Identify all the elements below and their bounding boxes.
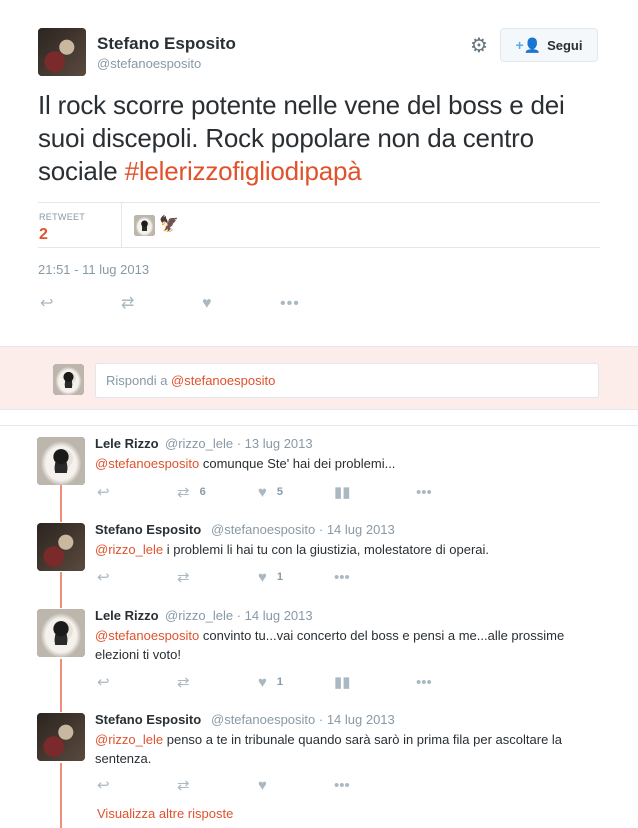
hashtag-link[interactable]: #lelerizzofigliodipapà: [125, 156, 362, 186]
heart-icon[interactable]: ♥ 5: [258, 482, 283, 502]
reply-mention[interactable]: @rizzo_lele: [95, 542, 163, 557]
reply-author-name[interactable]: Stefano Esposito: [95, 712, 201, 727]
analytics-icon[interactable]: ▮▮: [334, 672, 351, 692]
retweet-icon[interactable]: ⇄: [121, 292, 134, 316]
reply-author-name[interactable]: Lele Rizzo: [95, 608, 159, 623]
reply-text: @stefanoesposito comunque Ste' hai dei p…: [95, 454, 610, 473]
thread-line: [60, 659, 62, 712]
reply-meta[interactable]: @rizzo_lele · 14 lug 2013: [165, 608, 313, 623]
reply-avatar[interactable]: [37, 523, 85, 571]
retweet-count: 6: [199, 486, 206, 498]
reply-author-name[interactable]: Stefano Esposito: [95, 522, 201, 537]
author-handle[interactable]: @stefanoesposito: [97, 56, 201, 71]
reply-author-name[interactable]: Lele Rizzo: [95, 436, 159, 451]
follow-user-icon: +👤: [515, 36, 542, 53]
reply-composer: Rispondi a @stefanoesposito: [0, 346, 638, 410]
reply-icon[interactable]: ↩: [97, 775, 110, 795]
reply-icon[interactable]: ↩: [40, 292, 53, 316]
reply-icon[interactable]: ↩: [97, 567, 110, 587]
retweet-icon[interactable]: ⇄: [177, 567, 190, 587]
more-icon[interactable]: •••: [280, 292, 300, 316]
author-name[interactable]: Stefano Esposito: [97, 34, 236, 54]
reply-input[interactable]: Rispondi a @stefanoesposito: [95, 363, 599, 398]
tweet-timestamp[interactable]: 21:51 - 11 lug 2013: [38, 262, 149, 277]
reply-mention[interactable]: @rizzo_lele: [95, 732, 163, 747]
reply-mention: @stefanoesposito: [171, 373, 276, 388]
reply-text: @rizzo_lele penso a te in tribunale quan…: [95, 730, 610, 768]
stats-divider: [121, 203, 122, 247]
thread-line: [60, 763, 62, 828]
reply-body: i problemi li hai tu con la giustizia, m…: [163, 542, 490, 557]
like-count: 1: [276, 571, 284, 583]
reply-avatar[interactable]: [37, 437, 85, 485]
retweet-count[interactable]: 2: [39, 226, 48, 244]
reply-text: @stefanoesposito convinto tu...vai conce…: [95, 626, 610, 664]
like-count: 1: [276, 676, 284, 688]
more-icon[interactable]: •••: [416, 672, 432, 692]
reply-mention[interactable]: @stefanoesposito: [95, 628, 199, 643]
reply-mention[interactable]: @stefanoesposito: [95, 456, 199, 471]
tweet-text: Il rock scorre potente nelle vene del bo…: [38, 89, 608, 188]
retweeter-avatar[interactable]: [134, 215, 155, 236]
analytics-icon[interactable]: ▮▮: [334, 482, 351, 502]
reply-text: @rizzo_lele i problemi li hai tu con la …: [95, 540, 610, 559]
tweet-stats: RETWEET 2 🦅: [38, 202, 600, 248]
more-icon[interactable]: •••: [334, 567, 350, 587]
reply-icon[interactable]: ↩: [97, 672, 110, 692]
show-more-replies-link[interactable]: Visualizza altre risposte: [97, 806, 233, 821]
follow-button[interactable]: +👤 Segui: [500, 28, 598, 62]
reply-body: comunque Ste' hai dei problemi...: [199, 456, 396, 471]
heart-icon[interactable]: ♥ 1: [258, 672, 283, 692]
more-icon[interactable]: •••: [416, 482, 432, 502]
heart-icon[interactable]: ♥: [202, 292, 212, 316]
retweet-icon[interactable]: ⇄ 6: [177, 482, 206, 502]
retweeter-avatar-bird[interactable]: 🦅: [159, 214, 187, 238]
author-avatar[interactable]: [38, 28, 86, 76]
reply-icon[interactable]: ↩: [97, 482, 110, 502]
divider: [0, 425, 638, 426]
thread-line: [60, 572, 62, 608]
reply-body: penso a te in tribunale quando sarà sarò…: [95, 732, 563, 766]
thread-line: [60, 485, 62, 522]
like-count: 5: [276, 486, 284, 498]
retweet-label: RETWEET: [39, 212, 86, 222]
more-icon[interactable]: •••: [334, 775, 350, 795]
heart-icon[interactable]: ♥ 1: [258, 567, 283, 587]
heart-icon[interactable]: ♥: [258, 775, 267, 795]
retweet-icon[interactable]: ⇄: [177, 775, 190, 795]
gear-icon[interactable]: ⚙: [468, 35, 490, 57]
reply-avatar[interactable]: [37, 713, 85, 761]
reply-prefix: Rispondi a: [106, 373, 172, 388]
follow-label: Segui: [547, 37, 583, 53]
retweet-icon[interactable]: ⇄: [177, 672, 190, 692]
reply-meta[interactable]: @rizzo_lele · 13 lug 2013: [165, 436, 313, 451]
reply-meta[interactable]: @stefanoesposito · 14 lug 2013: [211, 522, 395, 537]
user-avatar: [53, 364, 84, 395]
reply-meta[interactable]: @stefanoesposito · 14 lug 2013: [211, 712, 395, 727]
reply-avatar[interactable]: [37, 609, 85, 657]
